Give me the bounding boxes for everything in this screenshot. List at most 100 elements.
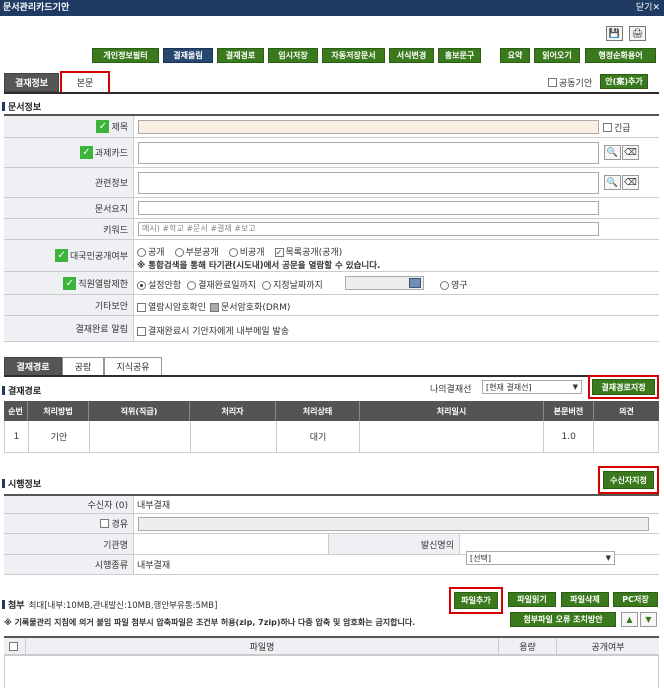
attach-list-area[interactable] [4,656,659,688]
restrict-options: 설정안함 결재완료일까지 지정날짜까지 [137,278,323,291]
attach-table-header: 파일명 용량 공개여부 [4,638,659,656]
disclosure-options: 공개 부분공개 비공개 ✓ 목록공개(공개) [137,245,342,258]
tab-body[interactable]: 본문 [60,71,110,94]
attach-limit: 최대[내부:10MB,관내발신:10MB,행안부유통:5MB] [28,600,218,611]
disclosure-private-radio[interactable]: 비공개 [228,245,265,258]
task-check-icon: ✓ [79,146,93,159]
row-version: 1.0 [544,421,595,453]
row-person [190,421,277,453]
file-read-button[interactable]: 파일읽기 [508,592,556,607]
task-card-input[interactable] [138,142,599,164]
col-opinion: 의견 [594,401,659,421]
search-icon[interactable]: 🔍 [604,145,621,160]
row-no: 1 [5,421,29,453]
close-button[interactable]: 닫기✕ [636,0,660,16]
disclosure-label: ✓ 대국민공개여부 [4,240,134,272]
col-status: 처리상태 [276,401,360,421]
notify-checkbox[interactable]: 결재완료시 기안자에게 내부메일 발송 [137,324,289,337]
col-person: 처리자 [190,401,276,421]
attach-note: ※ 기록물관리 지침에 의거 붙임 파일 첨부시 압축파일은 조건부 허용(zi… [4,618,416,627]
eraser-icon[interactable]: ⌫ [622,175,639,190]
attach-header: 첨부 최대[내부:10MB,관내발신:10MB,행안부유통:5MB] [2,598,218,612]
disclosure-partial-radio[interactable]: 부분공개 [174,245,219,258]
col-no: 순번 [4,401,28,421]
col-filename: 파일명 [26,638,499,655]
type-label: 시행종류 [4,555,134,575]
print-icon[interactable]: 🖨 [629,26,646,41]
dispatch-section-title: 시행정보 [2,477,41,490]
temp-save-button[interactable]: 임시저장 [268,48,318,63]
col-position: 직위(직급) [89,401,190,421]
row-datetime [360,421,545,453]
pc-save-button[interactable]: PC저장 [613,592,658,607]
tab-approval-path[interactable]: 결재경로 [4,357,62,376]
related-info-label: 관련정보 [4,168,134,198]
type-value: 내부결재 [134,555,659,575]
recipient-set-wrapper: 수신자지정 [598,466,659,494]
add-draft-button[interactable]: 안(案)추가 [600,74,648,89]
table-row[interactable]: 1 기안 대기 1.0 [4,421,660,453]
col-size: 용량 [499,638,557,655]
row-opinion [594,421,660,453]
restrict-until-complete-radio[interactable]: 결재완료일까지 [187,278,256,291]
security-options: 열람시암호확인 문서암호화(DRM) [137,300,290,313]
autosave-doc-button[interactable]: 자동저장문서 [322,48,385,63]
file-add-button[interactable]: 파일추가 [454,592,498,609]
row-position [89,421,191,453]
save-icon[interactable]: 💾 [606,26,623,41]
title-check-icon: ✓ [96,120,110,133]
promo-text-button[interactable]: 홍보문구 [438,48,481,63]
security-label: 기타보안 [4,295,134,316]
attach-section-title: 첨부 [2,598,25,611]
approval-path-set-button[interactable]: 결재경로지정 [592,379,655,395]
col-public: 공개여부 [557,638,659,655]
restrict-until-date-radio[interactable]: 지정날짜까지 [262,278,323,291]
recipient-set-button[interactable]: 수신자지정 [603,471,654,489]
doc-info-section-title: 문서정보 [2,100,41,113]
submit-approval-button[interactable]: 결재올림 [163,48,213,63]
col-datetime: 처리일시 [360,401,544,421]
collab-checkbox[interactable]: 공동기안 [548,76,592,89]
approval-tab-divider [4,375,659,377]
attach-select-all[interactable] [4,638,26,655]
my-line-select[interactable]: [현재 결재선] [482,380,582,394]
tab-knowledge-share[interactable]: 지식공유 [104,357,162,376]
via-input[interactable] [138,517,649,531]
privacy-filter-button[interactable]: 개인정보필터 [92,48,159,63]
tab-circulation[interactable]: 공람 [62,357,104,376]
import-button[interactable]: 읽어오기 [534,48,580,63]
search-icon[interactable]: 🔍 [604,175,621,190]
file-add-wrapper: 파일추가 [449,587,503,614]
calendar-icon[interactable] [409,278,421,288]
row-method: 기안 [28,421,90,453]
my-line-label: 나의결재선 [430,385,472,395]
summary-button[interactable]: 요약 [500,48,530,63]
list-public-checkbox[interactable]: ✓ 목록공개(공개) [274,245,342,258]
tab-divider [4,92,659,94]
related-info-input[interactable] [138,172,599,194]
urgent-checkbox[interactable]: 긴급 [603,121,631,134]
window-titlebar: 문서관리카드기안 닫기✕ [0,0,664,16]
keyword-input[interactable]: 예시) #학교 #문서 #결재 #보고 [138,222,599,236]
move-down-icon[interactable]: ▼ [640,612,657,627]
tab-approval-info[interactable]: 결재정보 [4,73,59,92]
restrict-check-icon: ✓ [63,276,77,290]
summary-input[interactable] [138,201,599,215]
eraser-icon[interactable]: ⌫ [622,145,639,160]
restrict-forever-radio[interactable]: 영구 [440,278,468,291]
file-delete-button[interactable]: 파일삭제 [561,592,609,607]
title-input[interactable] [138,120,599,134]
attach-error-button[interactable]: 첨부파일 오류 조치방안 [510,612,616,627]
keyword-label: 키워드 [4,219,134,240]
change-form-button[interactable]: 서식변경 [389,48,434,63]
drm-checkbox[interactable]: 문서암호화(DRM) [209,300,290,313]
move-up-icon[interactable]: ▲ [621,612,638,627]
admin-terms-button[interactable]: 행정순화용어 [585,48,656,63]
restrict-none-radio[interactable]: 설정안함 [137,278,181,291]
approval-path-button[interactable]: 결재경로 [217,48,264,63]
disclosure-public-radio[interactable]: 공개 [137,245,165,258]
disclosure-check-icon: ✓ [55,249,69,262]
view-password-checkbox[interactable]: 열람시암호확인 [137,300,206,313]
recipient-value: 내부결재 [134,496,659,514]
row-status: 대기 [276,421,361,453]
